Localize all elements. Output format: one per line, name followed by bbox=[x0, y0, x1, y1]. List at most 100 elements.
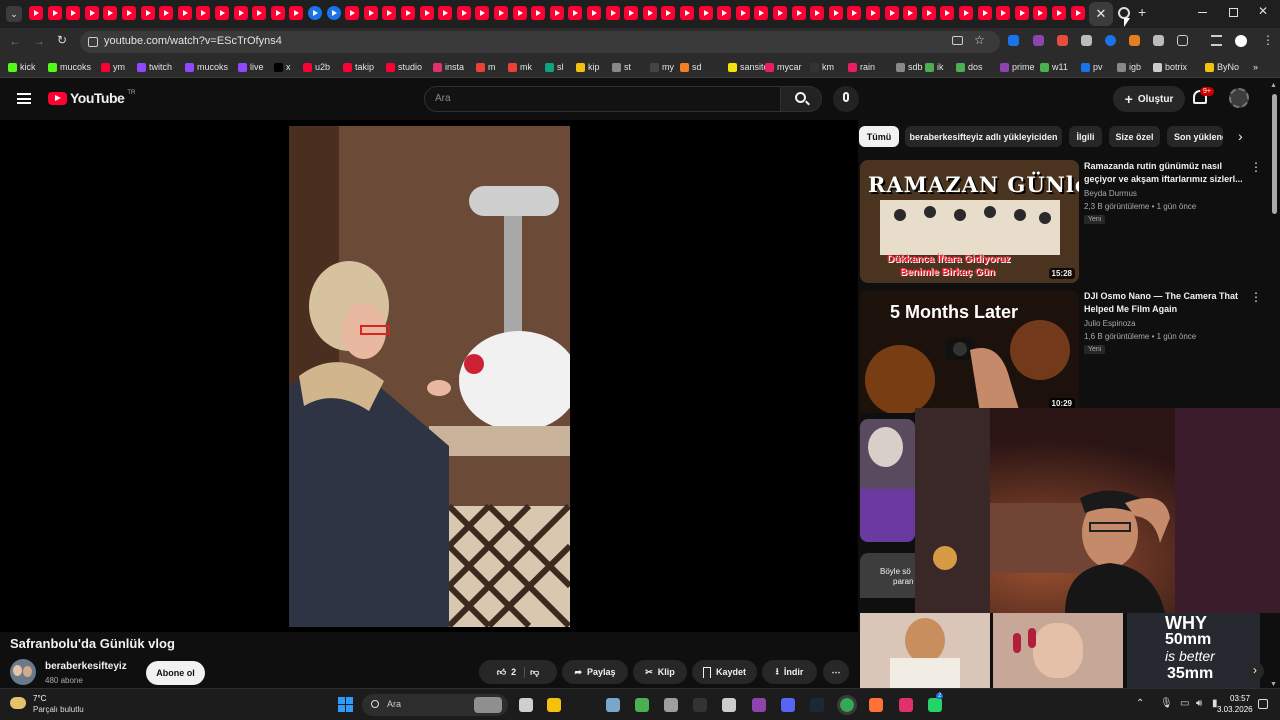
bookmark-item[interactable]: ByNo bbox=[1205, 62, 1239, 72]
save-button[interactable]: Kaydet bbox=[692, 660, 757, 684]
maximize-button[interactable] bbox=[1229, 8, 1238, 17]
browser-tab[interactable] bbox=[438, 6, 452, 20]
browser-tab[interactable] bbox=[736, 6, 750, 20]
browser-tab[interactable] bbox=[215, 6, 229, 20]
extensions-puzzle-icon[interactable] bbox=[1177, 35, 1188, 46]
browser-tab[interactable] bbox=[885, 6, 899, 20]
video-frame[interactable] bbox=[289, 126, 570, 627]
profile-avatar-icon[interactable] bbox=[1235, 35, 1247, 47]
bookmark-item[interactable]: sd bbox=[680, 62, 702, 72]
browser-tab[interactable] bbox=[196, 6, 210, 20]
microphone-icon[interactable]: 🎙︎ bbox=[1160, 698, 1173, 709]
file-explorer-icon[interactable] bbox=[547, 698, 561, 712]
browser-tab[interactable] bbox=[420, 6, 434, 20]
bookmark-item[interactable]: studio bbox=[386, 62, 422, 72]
browser-tab[interactable] bbox=[754, 6, 768, 20]
browser-tab[interactable] bbox=[903, 6, 917, 20]
page-scrollbar[interactable]: ▲ ▼ bbox=[1270, 82, 1278, 688]
subscribe-button[interactable]: Abone ol bbox=[146, 661, 205, 685]
shorts-card[interactable]: WHY 50mm is better 35mm bbox=[1127, 613, 1260, 688]
browser-tab[interactable] bbox=[699, 6, 713, 20]
download-button[interactable]: ⭳ İndir bbox=[762, 660, 817, 684]
scrollbar-up-arrow[interactable]: ▲ bbox=[1270, 82, 1277, 89]
notification-center-icon[interactable] bbox=[1258, 699, 1268, 709]
bookmark-item[interactable]: rain bbox=[848, 62, 875, 72]
chip-from-uploader[interactable]: beraberkesifteyiz adlı yükleyiciden bbox=[905, 126, 1062, 147]
browser-tab[interactable] bbox=[643, 6, 657, 20]
clock-date[interactable]: 3.03.2026 bbox=[1217, 705, 1253, 714]
more-options-icon[interactable]: ⋮ bbox=[1250, 290, 1262, 304]
app-icon[interactable] bbox=[752, 698, 766, 712]
browser-tab[interactable] bbox=[773, 6, 787, 20]
browser-tab[interactable] bbox=[922, 6, 936, 20]
bookmark-item[interactable]: mucoks bbox=[185, 62, 228, 72]
close-window-button[interactable]: ✕ bbox=[1258, 4, 1268, 18]
more-actions-button[interactable]: ⋯ bbox=[823, 660, 849, 684]
browser-tab[interactable] bbox=[829, 6, 843, 20]
volume-icon[interactable]: 🔊︎ bbox=[1196, 698, 1202, 709]
browser-tab[interactable] bbox=[327, 6, 341, 20]
extension-icon[interactable] bbox=[1081, 35, 1092, 46]
instagram-icon[interactable] bbox=[899, 698, 913, 712]
browser-tab[interactable] bbox=[159, 6, 173, 20]
firefox-icon[interactable] bbox=[869, 698, 883, 712]
forward-arrow-icon[interactable]: → bbox=[33, 34, 45, 48]
recommendation-thumbnail[interactable]: RAMAZAN GÜNleri Dükkanca İftara Gidiyoru… bbox=[860, 160, 1079, 283]
bookmark-item[interactable]: live bbox=[238, 62, 264, 72]
browser-tab[interactable] bbox=[717, 6, 731, 20]
browser-tab[interactable] bbox=[978, 6, 992, 20]
headset-app-icon[interactable] bbox=[635, 698, 649, 712]
bookmark-item[interactable]: sl bbox=[545, 62, 564, 72]
chip-all[interactable]: Tümü bbox=[859, 126, 899, 147]
share-button[interactable]: ➦ Paylaş bbox=[562, 660, 628, 684]
taskbar-search-box[interactable]: Ara bbox=[362, 694, 508, 716]
bookmark-star-icon[interactable]: ☆ bbox=[974, 33, 985, 47]
bookmark-item[interactable]: kip bbox=[576, 62, 600, 72]
minimize-button[interactable] bbox=[1198, 12, 1207, 13]
bookmark-item[interactable]: w11 bbox=[1040, 62, 1068, 72]
bookmark-item[interactable]: takip bbox=[343, 62, 374, 72]
clip-button[interactable]: ✂ Klip bbox=[633, 660, 687, 684]
dislike-button[interactable]: 👎︎ bbox=[530, 667, 539, 678]
bookmark-item[interactable]: insta bbox=[433, 62, 464, 72]
bookmark-item[interactable]: km bbox=[810, 62, 834, 72]
browser-tab[interactable] bbox=[141, 6, 155, 20]
browser-tab[interactable] bbox=[568, 6, 582, 20]
browser-tab[interactable] bbox=[85, 6, 99, 20]
create-button[interactable]: + Oluştur bbox=[1113, 86, 1185, 112]
browser-tab[interactable] bbox=[252, 6, 266, 20]
browser-tab[interactable] bbox=[1052, 6, 1066, 20]
browser-tab[interactable] bbox=[234, 6, 248, 20]
browser-tab[interactable] bbox=[587, 6, 601, 20]
browser-tab[interactable] bbox=[1033, 6, 1047, 20]
browser-menu-icon[interactable]: ⋮ bbox=[1262, 33, 1274, 47]
browser-tab[interactable] bbox=[624, 6, 638, 20]
voice-search-button[interactable] bbox=[833, 86, 859, 112]
bookmark-item[interactable]: mycar bbox=[765, 62, 802, 72]
extension-icon[interactable] bbox=[1057, 35, 1068, 46]
browser-tab[interactable] bbox=[513, 6, 527, 20]
browser-tab[interactable] bbox=[680, 6, 694, 20]
extension-icon[interactable] bbox=[1105, 35, 1116, 46]
hamburger-menu-icon[interactable] bbox=[17, 93, 31, 104]
bookmark-item[interactable]: mucoks bbox=[48, 62, 91, 72]
bookmark-item[interactable]: my bbox=[650, 62, 674, 72]
search-input[interactable]: Ara bbox=[424, 86, 781, 112]
whatsapp-icon[interactable] bbox=[928, 698, 942, 712]
bookmark-item[interactable]: ik bbox=[925, 62, 944, 72]
steam-vr-icon[interactable] bbox=[664, 698, 678, 712]
youtube-logo[interactable]: YouTube TR bbox=[48, 90, 135, 106]
recommendation-thumbnail[interactable]: 5 Months Later 10:29 bbox=[860, 290, 1079, 413]
bookmark-item[interactable]: m bbox=[476, 62, 496, 72]
extension-icon[interactable] bbox=[1153, 35, 1164, 46]
site-info-icon[interactable] bbox=[88, 37, 98, 47]
account-avatar[interactable] bbox=[1229, 88, 1249, 108]
cast-icon[interactable] bbox=[952, 36, 963, 45]
bookmark-item[interactable]: twitch bbox=[137, 62, 172, 72]
browser-tab[interactable] bbox=[364, 6, 378, 20]
bookmark-item[interactable]: u2b bbox=[303, 62, 330, 72]
more-options-icon[interactable]: ⋮ bbox=[1250, 160, 1262, 174]
chrome-icon[interactable] bbox=[837, 695, 857, 715]
bookmark-item[interactable]: pv bbox=[1081, 62, 1103, 72]
browser-tab[interactable] bbox=[178, 6, 192, 20]
